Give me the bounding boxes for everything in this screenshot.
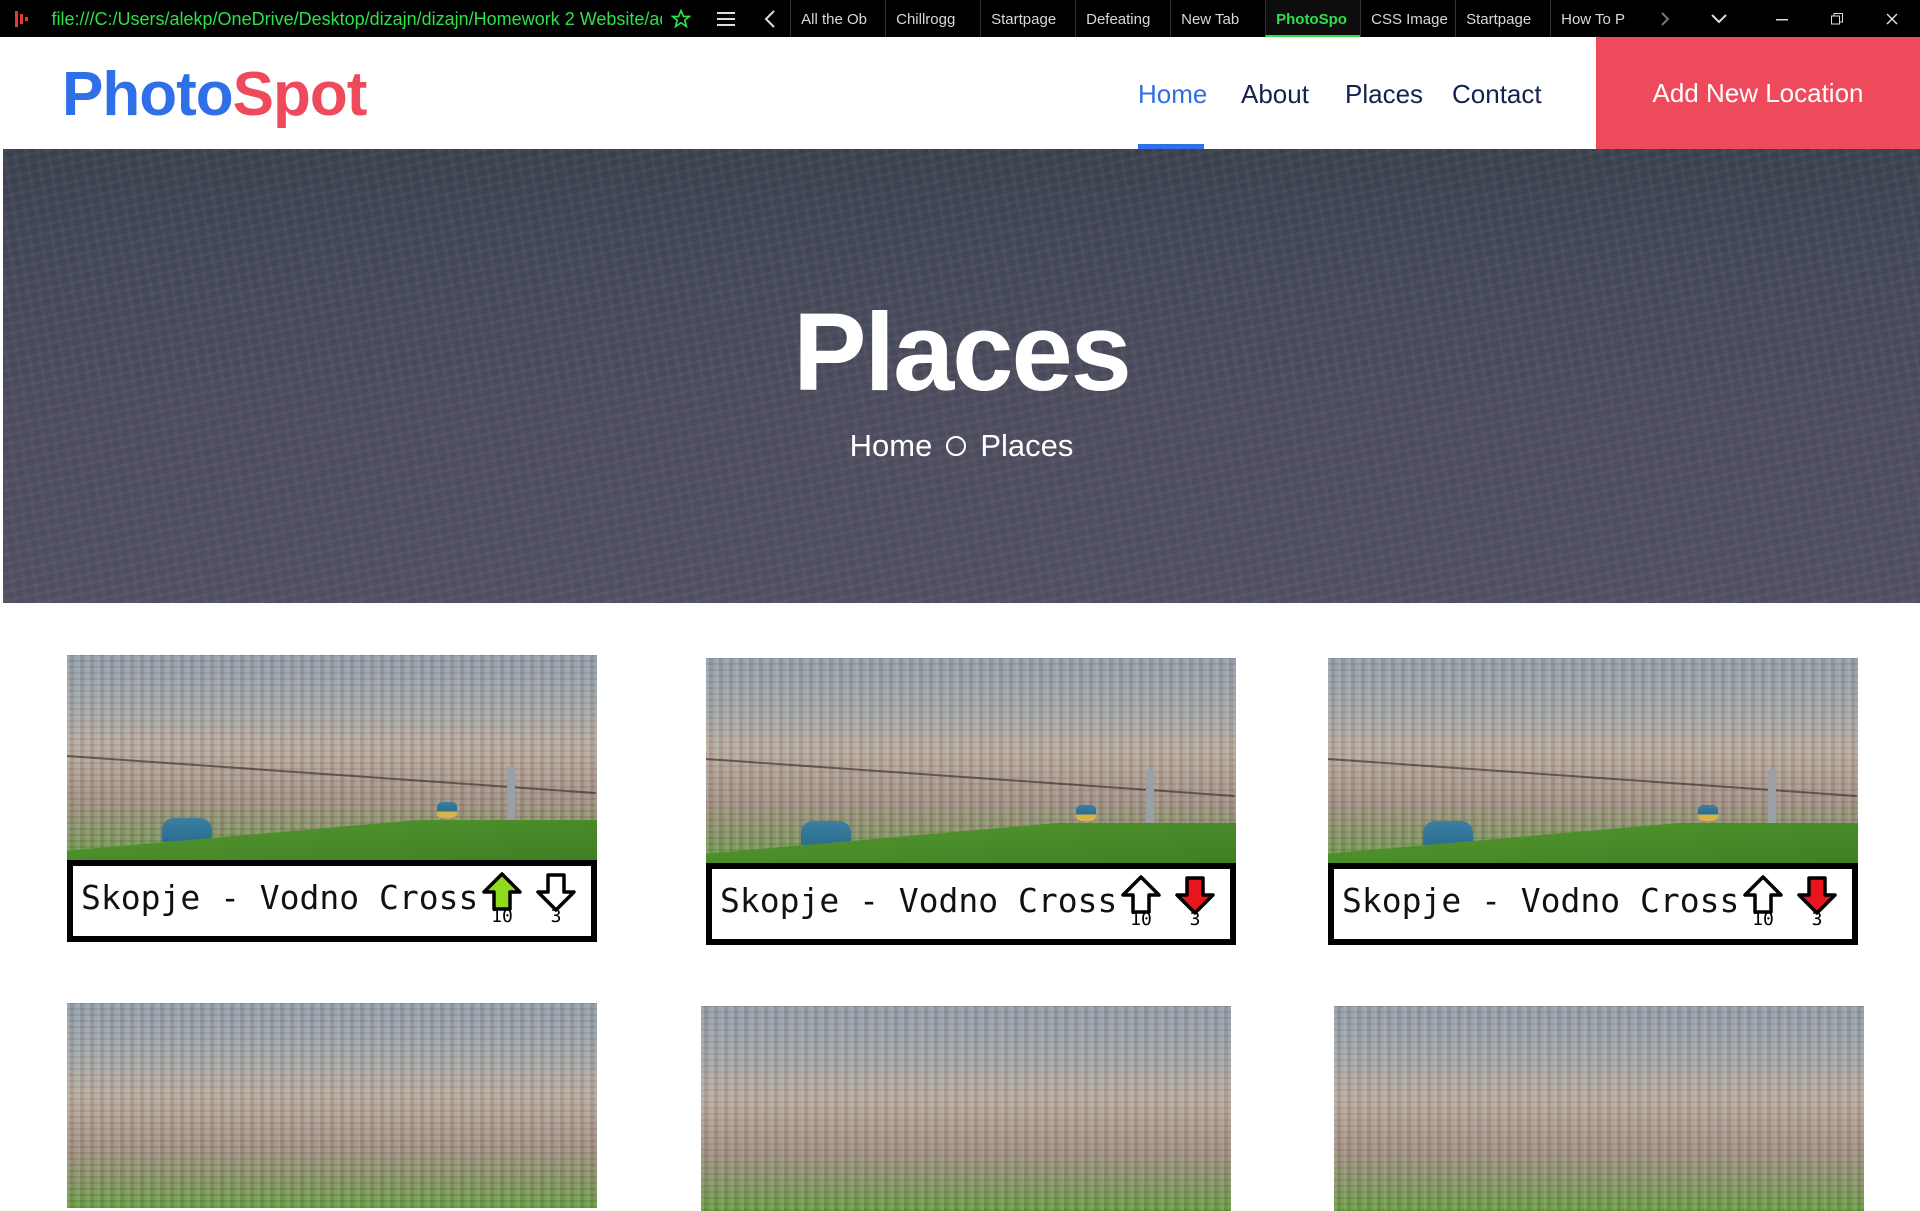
place-photo	[1328, 658, 1858, 863]
menu-icon[interactable]	[701, 0, 750, 37]
close-icon[interactable]	[1865, 0, 1920, 37]
downvote[interactable]: 3	[1172, 875, 1218, 929]
nav-places[interactable]: Places	[1345, 79, 1423, 110]
place-photo	[67, 1003, 597, 1208]
place-title: Skopje - Vodno Cross	[720, 881, 1118, 920]
place-card[interactable]: Skopje - Vodno Cross 10 3	[67, 655, 597, 942]
upvote-count: 10	[1130, 909, 1152, 930]
nav-contact[interactable]: Contact	[1452, 79, 1542, 110]
place-title: Skopje - Vodno Cross	[81, 878, 479, 917]
nav-home[interactable]: Home	[1138, 79, 1207, 110]
upvote[interactable]: 10	[1740, 875, 1786, 929]
upvote-count: 10	[491, 906, 513, 927]
upvote[interactable]: 10	[1118, 875, 1164, 929]
minimize-icon[interactable]	[1754, 0, 1809, 37]
tab[interactable]: Startpage	[980, 0, 1075, 37]
restore-icon[interactable]	[1809, 0, 1864, 37]
place-card[interactable]: Skopje - Vodno Cross 10 3	[706, 658, 1236, 945]
place-photo	[706, 658, 1236, 863]
tab[interactable]: New Tab	[1170, 0, 1265, 37]
downvote-count: 3	[1189, 909, 1201, 930]
place-photo	[67, 655, 597, 860]
logo-part-spot: Spot	[232, 60, 368, 129]
breadcrumb-home[interactable]: Home	[850, 428, 933, 464]
back-icon[interactable]	[751, 0, 791, 37]
place-photo	[701, 1006, 1231, 1211]
tab[interactable]: Defeating	[1075, 0, 1170, 37]
site-header: PhotoSpot Home About Places Contact Add …	[0, 37, 1920, 149]
breadcrumb: Home Places	[3, 428, 1920, 464]
breadcrumb-separator-icon	[946, 436, 967, 456]
browser-toolbar: file:///C:/Users/alekp/OneDrive/Desktop/…	[0, 0, 1920, 37]
browser-logo-icon[interactable]	[0, 0, 44, 37]
tab[interactable]: Startpage	[1455, 0, 1550, 37]
place-card-footer: Skopje - Vodno Cross 10 3	[1328, 863, 1858, 945]
hero-banner: Places Home Places	[3, 149, 1920, 603]
tab-active[interactable]: PhotoSpo	[1265, 0, 1361, 37]
place-card[interactable]: Skopje - Vodno Cross 10 3	[1328, 658, 1858, 945]
tab-list-dropdown-icon[interactable]	[1685, 0, 1754, 37]
nav-about[interactable]: About	[1241, 79, 1309, 110]
tab[interactable]: All the Ob	[790, 0, 885, 37]
page-title: Places	[793, 291, 1132, 414]
downvote-count: 3	[550, 906, 562, 927]
tab-strip: All the Ob Chillrogg Startpage Defeating…	[790, 0, 1645, 37]
place-card[interactable]	[67, 1003, 597, 1208]
breadcrumb-current: Places	[980, 428, 1074, 463]
place-card-footer: Skopje - Vodno Cross 10 3	[706, 863, 1236, 945]
place-card[interactable]	[701, 1006, 1231, 1211]
address-bar[interactable]: file:///C:/Users/alekp/OneDrive/Desktop/…	[44, 0, 662, 37]
add-new-location-button[interactable]: Add New Location	[1596, 37, 1920, 149]
tab[interactable]: CSS Image	[1360, 0, 1455, 37]
place-title: Skopje - Vodno Cross	[1342, 881, 1740, 920]
tab-scroll-right-icon[interactable]	[1645, 0, 1685, 37]
bookmark-star-icon[interactable]	[662, 0, 702, 37]
site-logo[interactable]: PhotoSpot	[62, 59, 368, 130]
place-card[interactable]	[1334, 1006, 1864, 1211]
tab[interactable]: How To P	[1550, 0, 1645, 37]
place-photo	[1334, 1006, 1864, 1211]
upvote-count: 10	[1752, 909, 1774, 930]
downvote-count: 3	[1811, 909, 1823, 930]
tab[interactable]: Chillrogg	[885, 0, 980, 37]
downvote[interactable]: 3	[533, 872, 579, 926]
downvote[interactable]: 3	[1794, 875, 1840, 929]
place-card-footer: Skopje - Vodno Cross 10 3	[67, 860, 597, 942]
upvote[interactable]: 10	[479, 872, 525, 926]
logo-part-photo: Photo	[62, 60, 234, 129]
